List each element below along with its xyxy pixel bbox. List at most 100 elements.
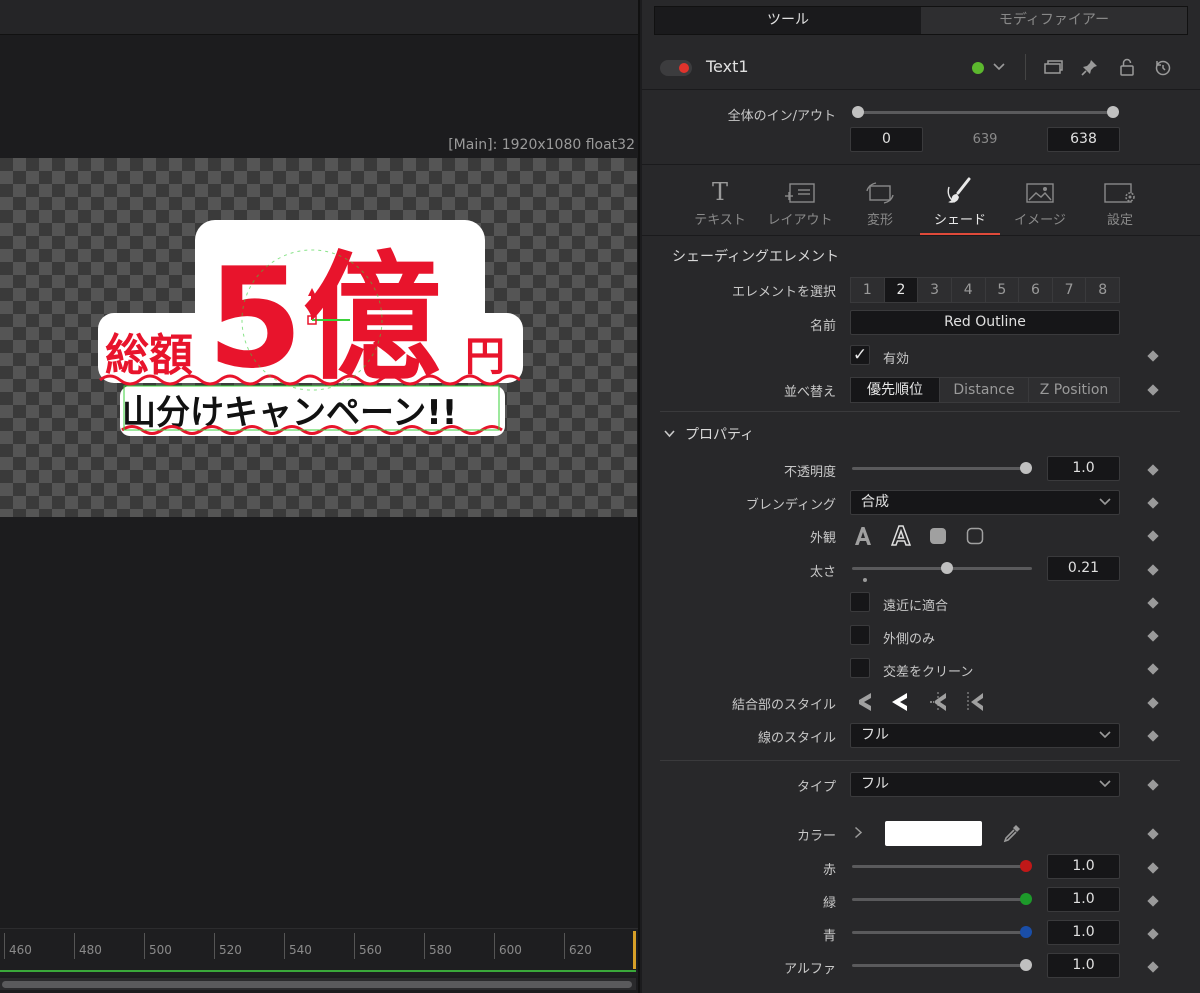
line-style-dropdown[interactable]: フル [850, 723, 1120, 748]
sort-zposition-button[interactable]: Z Position [1029, 378, 1119, 402]
properties-header[interactable]: プロパティ [664, 424, 754, 444]
enabled-checkbox[interactable]: ✓ [850, 345, 870, 365]
thickness-field[interactable]: 0.21 [1047, 556, 1120, 581]
subtab-layout-label: レイアウト [767, 213, 833, 228]
chevron-down-icon [1099, 773, 1111, 796]
subtab-shade[interactable]: シェード [920, 165, 1000, 237]
alpha-knob[interactable] [1020, 959, 1032, 971]
lock-icon[interactable] [1116, 56, 1138, 78]
element-button-2[interactable]: 2 [884, 278, 919, 302]
outside-only-checkbox[interactable] [850, 625, 870, 645]
alpha-slider[interactable] [852, 964, 1027, 967]
image-icon [1000, 165, 1080, 205]
global-in-knob[interactable] [852, 106, 864, 118]
keyframe-diamond[interactable] [1147, 961, 1159, 973]
opacity-knob[interactable] [1020, 462, 1032, 474]
keyframe-diamond[interactable] [1147, 350, 1159, 362]
keyframe-diamond[interactable] [1147, 862, 1159, 874]
green-label: 緑 [822, 896, 836, 911]
element-button-4[interactable]: 4 [952, 278, 986, 302]
viewer-canvas[interactable]: 5億 総額 円 山分けキャンペーン!! [0, 158, 637, 517]
blending-dropdown[interactable]: 合成 [850, 490, 1120, 515]
appearance-border-icon[interactable] [963, 525, 987, 547]
appearance-outline-icon[interactable] [889, 525, 913, 547]
adapt-perspective-checkbox[interactable] [850, 592, 870, 612]
thickness-knob[interactable] [941, 562, 953, 574]
keyframe-diamond[interactable] [1147, 895, 1159, 907]
appearance-block-icon[interactable] [926, 525, 950, 547]
node-header: Text1 [642, 44, 1200, 90]
keyframe-diamond[interactable] [1147, 697, 1159, 709]
inspector-tabs: ツール モディファイアー [654, 6, 1188, 35]
keyframe-diamond[interactable] [1147, 384, 1159, 396]
playhead-marker[interactable] [633, 931, 636, 969]
node-enable-toggle[interactable] [660, 60, 692, 76]
pin-icon[interactable] [1079, 56, 1101, 78]
red-slider[interactable] [852, 865, 1027, 868]
join-miter-icon[interactable] [891, 691, 915, 713]
element-button-5[interactable]: 5 [986, 278, 1020, 302]
node-color-dot[interactable] [972, 62, 984, 74]
global-out-knob[interactable] [1107, 106, 1119, 118]
reset-icon[interactable] [1152, 56, 1174, 78]
keyframe-diamond[interactable] [1147, 779, 1159, 791]
element-button-7[interactable]: 7 [1053, 278, 1087, 302]
subtab-settings[interactable]: 設定 [1080, 165, 1160, 237]
element-button-6[interactable]: 6 [1019, 278, 1053, 302]
keyframe-diamond[interactable] [1147, 564, 1159, 576]
timeline-tick: 520 [214, 933, 242, 959]
element-name-field[interactable]: Red Outline [850, 310, 1120, 335]
blue-slider[interactable] [852, 931, 1027, 934]
chevron-down-icon[interactable] [988, 56, 1010, 78]
keyframe-diamond[interactable] [1147, 597, 1159, 609]
versions-icon[interactable] [1042, 56, 1064, 78]
timeline-scrollbar[interactable] [0, 978, 636, 990]
color-swatch[interactable] [885, 821, 982, 846]
join-other-icon[interactable] [963, 691, 987, 713]
keyframe-diamond[interactable] [1147, 730, 1159, 742]
global-inout-slider[interactable] [857, 111, 1113, 114]
global-in-field[interactable]: 0 [850, 127, 923, 152]
keyframe-diamond[interactable] [1147, 530, 1159, 542]
type-dropdown[interactable]: フル [850, 772, 1120, 797]
subtab-image[interactable]: イメージ [1000, 165, 1080, 237]
green-slider[interactable] [852, 898, 1027, 901]
timeline-ruler[interactable]: 460 480 500 520 540 560 580 600 620 [0, 928, 638, 976]
section-divider [660, 760, 1180, 761]
join-round-icon[interactable] [927, 691, 951, 713]
red-field[interactable]: 1.0 [1047, 854, 1120, 879]
element-button-3[interactable]: 3 [918, 278, 952, 302]
line-style-value: フル [861, 727, 889, 743]
subtab-transform[interactable]: 変形 [840, 165, 920, 237]
red-knob[interactable] [1020, 860, 1032, 872]
tab-modifiers[interactable]: モディファイアー [921, 7, 1187, 34]
subtab-layout[interactable]: レイアウト [760, 165, 840, 237]
scrollbar-thumb[interactable] [2, 981, 632, 988]
blue-knob[interactable] [1020, 926, 1032, 938]
join-bevel-icon[interactable] [855, 691, 879, 713]
keyframe-diamond[interactable] [1147, 497, 1159, 509]
keyframe-diamond[interactable] [1147, 928, 1159, 940]
opacity-field[interactable]: 1.0 [1047, 456, 1120, 481]
element-button-8[interactable]: 8 [1086, 278, 1119, 302]
element-button-1[interactable]: 1 [851, 278, 885, 302]
clean-intersections-checkbox[interactable] [850, 658, 870, 678]
keyframe-diamond[interactable] [1147, 464, 1159, 476]
chevron-right-icon[interactable] [854, 826, 863, 843]
outside-only-label: 外側のみ [883, 632, 936, 647]
blue-field[interactable]: 1.0 [1047, 920, 1120, 945]
alpha-field[interactable]: 1.0 [1047, 953, 1120, 978]
keyframe-diamond[interactable] [1147, 663, 1159, 675]
subtab-text[interactable]: T テキスト [680, 165, 760, 237]
keyframe-diamond[interactable] [1147, 630, 1159, 642]
green-knob[interactable] [1020, 893, 1032, 905]
opacity-slider[interactable] [852, 467, 1027, 470]
green-field[interactable]: 1.0 [1047, 887, 1120, 912]
sort-priority-button[interactable]: 優先順位 [851, 378, 940, 402]
eyedropper-icon[interactable] [1002, 823, 1022, 847]
keyframe-diamond[interactable] [1147, 828, 1159, 840]
appearance-solid-icon[interactable] [851, 525, 875, 547]
global-out-field[interactable]: 638 [1047, 127, 1120, 152]
tab-tools[interactable]: ツール [655, 7, 921, 34]
sort-distance-button[interactable]: Distance [940, 378, 1029, 402]
